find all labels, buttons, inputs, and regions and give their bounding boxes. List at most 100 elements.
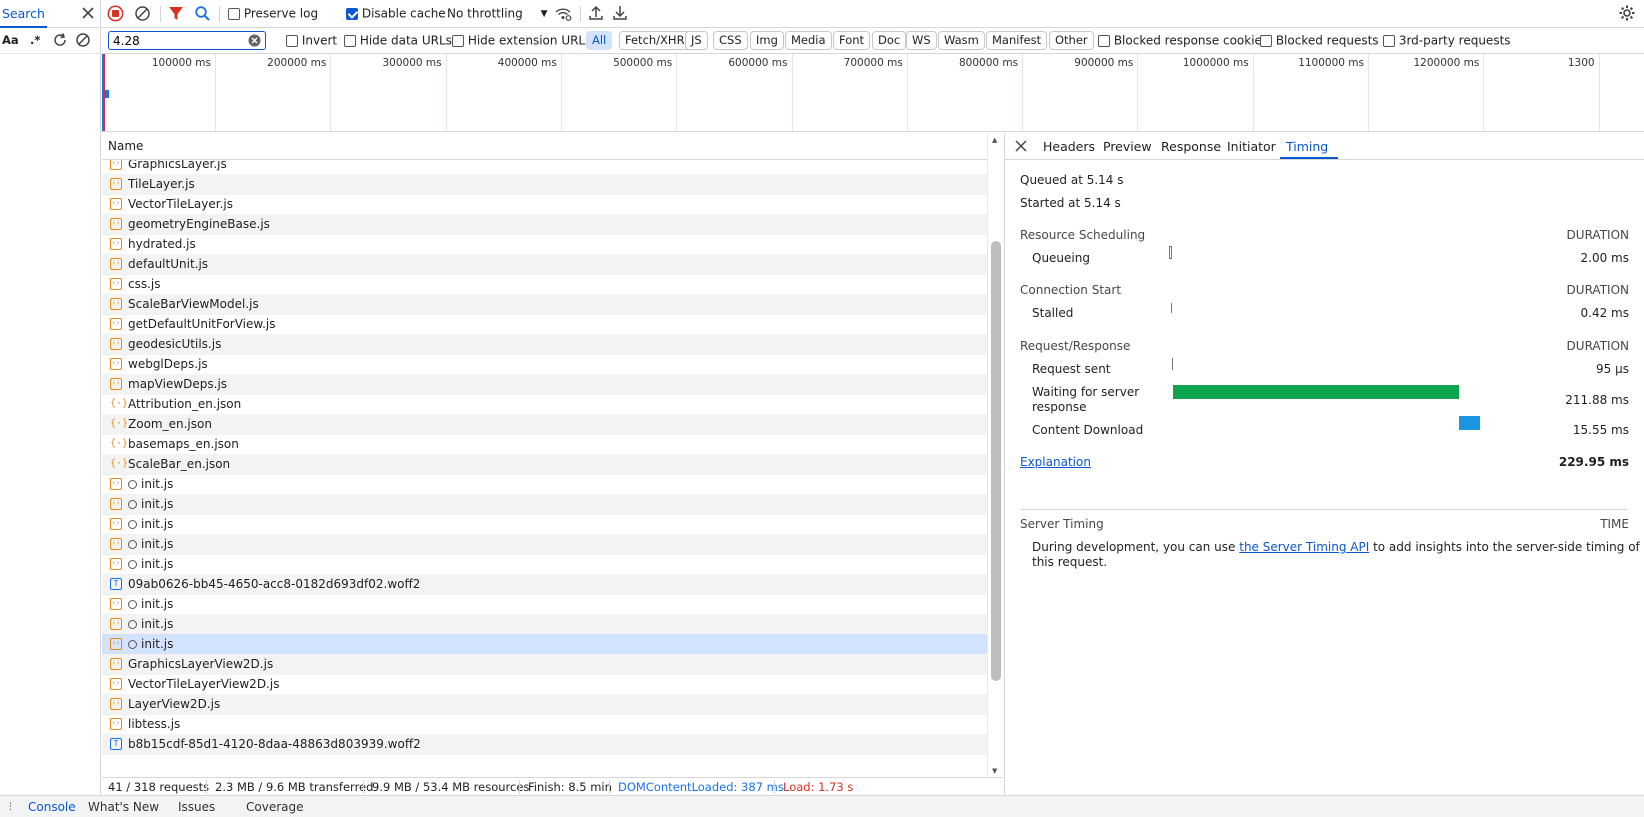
record-stop-icon[interactable] bbox=[107, 5, 124, 22]
request-row[interactable]: ‹› webglDeps.js bbox=[102, 354, 987, 375]
network-conditions-icon[interactable] bbox=[554, 5, 572, 22]
drawer-tab-console[interactable]: Console bbox=[28, 800, 76, 814]
request-row[interactable]: ‹› defaultUnit.js bbox=[102, 254, 987, 275]
type-filter-font[interactable]: Font bbox=[833, 31, 871, 50]
drawer-tab-coverage[interactable]: Coverage bbox=[246, 800, 304, 814]
disable-cache-label: Disable cache bbox=[361, 6, 446, 21]
server-timing-api-link[interactable]: the Server Timing API bbox=[1239, 540, 1369, 554]
request-row[interactable]: ‹› hydrated.js bbox=[102, 234, 987, 255]
request-name-text: webglDeps.js bbox=[128, 357, 208, 371]
tab-headers[interactable]: Headers bbox=[1043, 139, 1095, 154]
request-row[interactable]: ‹› mapViewDeps.js bbox=[102, 374, 987, 395]
type-filter-js[interactable]: JS bbox=[685, 31, 708, 50]
search-tab[interactable]: Search bbox=[0, 0, 47, 28]
search-icon[interactable] bbox=[194, 5, 211, 22]
request-row[interactable]: {·} basemaps_en.json bbox=[102, 434, 987, 455]
script-file-icon: ‹› bbox=[110, 318, 122, 330]
blocked-cookies-box[interactable] bbox=[1098, 34, 1110, 47]
blocked-cookies-checkbox[interactable]: Blocked response cookies bbox=[1098, 33, 1268, 48]
request-row[interactable]: ‹› init.js bbox=[102, 494, 987, 515]
invert-box[interactable] bbox=[286, 34, 298, 47]
request-row[interactable]: ‹› TileLayer.js bbox=[102, 174, 987, 195]
type-filter-wasm[interactable]: Wasm bbox=[938, 31, 985, 50]
tab-response[interactable]: Response bbox=[1161, 139, 1221, 154]
match-case-toggle[interactable]: Aa bbox=[2, 33, 19, 47]
duration-header: DURATION bbox=[1566, 228, 1629, 242]
tab-preview[interactable]: Preview bbox=[1103, 139, 1152, 154]
request-row[interactable]: ‹› init.js bbox=[102, 614, 987, 635]
request-row[interactable]: ‹› libtess.js bbox=[102, 714, 987, 735]
request-row[interactable]: {·} ScaleBar_en.json bbox=[102, 454, 987, 475]
request-row[interactable]: ‹› init.js bbox=[102, 474, 987, 495]
requests-scrollbar[interactable]: ▲ ▼ bbox=[987, 133, 1003, 777]
request-row[interactable]: ‹› getDefaultUnitForView.js bbox=[102, 314, 987, 335]
request-row[interactable]: ‹› init.js bbox=[102, 514, 987, 535]
request-row[interactable]: ‹› geometryEngineBase.js bbox=[102, 214, 987, 235]
clear-icon[interactable] bbox=[75, 32, 91, 48]
request-row[interactable]: {·} Attribution_en.json bbox=[102, 394, 987, 415]
drawer-tab-whats-new[interactable]: What's New bbox=[88, 800, 159, 814]
tab-initiator[interactable]: Initiator bbox=[1227, 139, 1276, 154]
request-row[interactable]: ‹› geodesicUtils.js bbox=[102, 334, 987, 355]
request-row[interactable]: ‹› ScaleBarViewModel.js bbox=[102, 294, 987, 315]
preserve-log-checkbox[interactable]: Preserve log bbox=[228, 6, 318, 21]
preserve-log-box[interactable] bbox=[228, 7, 240, 20]
blocked-requests-box[interactable] bbox=[1260, 34, 1272, 47]
export-har-icon[interactable] bbox=[612, 4, 628, 22]
status-bar: 41 / 318 requests 2.3 MB / 9.6 MB transf… bbox=[102, 777, 1003, 795]
name-column-header[interactable]: Name bbox=[108, 139, 143, 153]
request-row[interactable]: ‹› init.js bbox=[102, 554, 987, 575]
scrollbar-thumb[interactable] bbox=[991, 241, 1001, 681]
type-filter-media[interactable]: Media bbox=[785, 31, 832, 50]
type-filter-css[interactable]: CSS bbox=[713, 31, 748, 50]
third-party-box[interactable] bbox=[1383, 34, 1395, 47]
blocked-requests-checkbox[interactable]: Blocked requests bbox=[1260, 33, 1379, 48]
type-filter-ws[interactable]: WS bbox=[906, 31, 937, 50]
request-row[interactable]: ‹› GraphicsLayer.js bbox=[102, 160, 987, 175]
request-row[interactable]: ‹› init.js bbox=[102, 534, 987, 555]
scroll-up-icon[interactable]: ▲ bbox=[992, 136, 997, 144]
request-row[interactable]: ‹› VectorTileLayerView2D.js bbox=[102, 674, 987, 695]
request-row[interactable]: ‹› LayerView2D.js bbox=[102, 694, 987, 715]
request-row[interactable]: ‹› init.js bbox=[102, 634, 987, 655]
type-filter-manifest[interactable]: Manifest bbox=[986, 31, 1048, 50]
filter-icon[interactable] bbox=[168, 5, 184, 22]
throttling-select[interactable]: No throttling ▼ bbox=[447, 6, 548, 21]
close-details-icon[interactable] bbox=[1014, 139, 1028, 153]
explanation-link[interactable]: Explanation bbox=[1020, 455, 1091, 469]
import-har-icon[interactable] bbox=[588, 4, 604, 22]
type-filter-all[interactable]: All bbox=[586, 31, 613, 50]
scroll-down-icon[interactable]: ▼ bbox=[992, 767, 997, 775]
refresh-icon[interactable] bbox=[52, 32, 68, 48]
tab-timing[interactable]: Timing bbox=[1286, 139, 1328, 154]
request-row[interactable]: ‹› init.js bbox=[102, 594, 987, 615]
request-row[interactable]: ‹› GraphicsLayerView2D.js bbox=[102, 654, 987, 675]
type-filter-doc[interactable]: Doc bbox=[872, 31, 907, 50]
filter-input[interactable] bbox=[108, 31, 266, 50]
invert-checkbox[interactable]: Invert bbox=[286, 33, 337, 48]
request-row[interactable]: ‹› VectorTileLayer.js bbox=[102, 194, 987, 215]
disable-cache-checkbox[interactable]: Disable cache bbox=[346, 6, 446, 21]
type-filter-other[interactable]: Other bbox=[1049, 31, 1094, 50]
gear-icon[interactable] bbox=[1618, 4, 1636, 22]
request-row[interactable]: Tb8b15cdf-85d1-4120-8daa-48863d803939.wo… bbox=[102, 734, 987, 755]
regex-toggle[interactable]: .* bbox=[30, 33, 40, 47]
request-row[interactable]: ‹› css.js bbox=[102, 274, 987, 295]
clear-log-icon[interactable] bbox=[134, 5, 151, 22]
third-party-checkbox[interactable]: 3rd-party requests bbox=[1383, 33, 1511, 48]
type-filter-fetch-xhr[interactable]: Fetch/XHR bbox=[619, 31, 691, 50]
hide-extension-urls-box[interactable] bbox=[452, 34, 464, 47]
timeline-overview[interactable]: 100000 ms 200000 ms 300000 ms 400000 ms 5000… bbox=[102, 54, 1644, 132]
disable-cache-box[interactable] bbox=[346, 7, 358, 20]
request-row[interactable]: T 09ab0626-bb45-4650-acc8-0182d693df02.wo… bbox=[102, 574, 987, 595]
clear-filter-icon[interactable] bbox=[248, 34, 261, 47]
hide-extension-urls-checkbox[interactable]: Hide extension URLs bbox=[452, 33, 591, 48]
drawer-menu-icon[interactable]: ⋮ bbox=[6, 802, 15, 812]
close-icon[interactable] bbox=[79, 4, 97, 22]
request-name-text: init.js bbox=[141, 477, 174, 491]
type-filter-img[interactable]: Img bbox=[750, 31, 784, 50]
request-row[interactable]: {·} Zoom_en.json bbox=[102, 414, 987, 435]
hide-data-urls-checkbox[interactable]: Hide data URLs bbox=[344, 33, 452, 48]
drawer-tab-issues[interactable]: Issues bbox=[178, 800, 215, 814]
hide-data-urls-box[interactable] bbox=[344, 34, 356, 47]
